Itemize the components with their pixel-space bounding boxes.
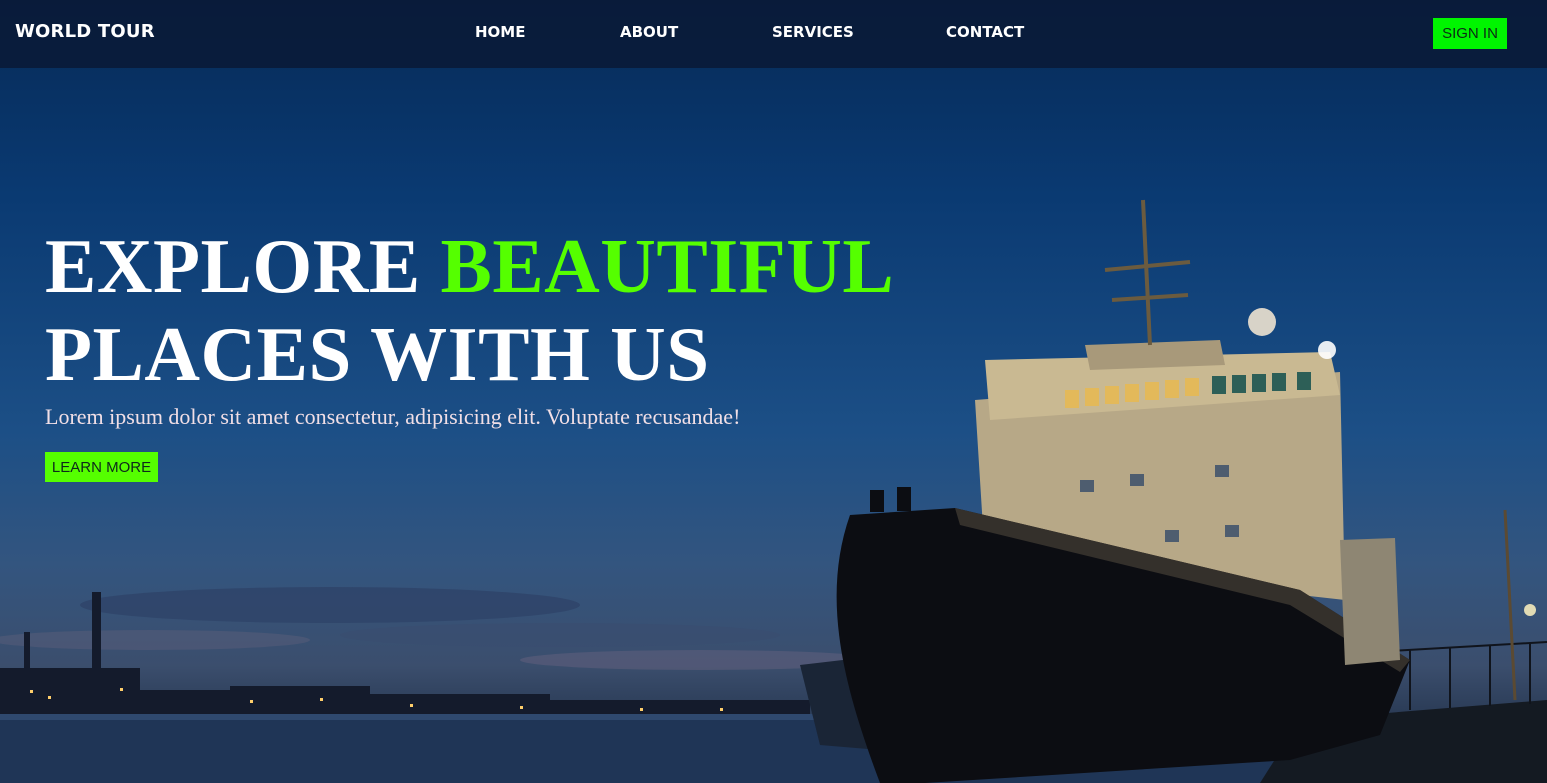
navbar: WORLD TOUR HOME ABOUT SERVICES CONTACT S… <box>0 0 1547 68</box>
headline-part1: EXPLORE <box>45 223 421 309</box>
nav-services-link[interactable]: SERVICES <box>772 23 854 41</box>
headline-accent: BEAUTIFUL <box>440 223 895 309</box>
hero-subtext: Lorem ipsum dolor sit amet consectetur, … <box>45 404 741 429</box>
hero-headline: EXPLORE BEAUTIFUL PLACES WITH US <box>45 222 894 398</box>
learn-more-button[interactable]: LEARN MORE <box>45 452 158 482</box>
nav-contact-link[interactable]: CONTACT <box>946 23 1024 41</box>
headline-part2: PLACES WITH US <box>45 311 710 397</box>
sign-in-button[interactable]: SIGN IN <box>1433 18 1507 49</box>
brand-logo[interactable]: WORLD TOUR <box>15 21 155 42</box>
nav-home-link[interactable]: HOME <box>475 23 525 41</box>
nav-about-link[interactable]: ABOUT <box>620 23 678 41</box>
